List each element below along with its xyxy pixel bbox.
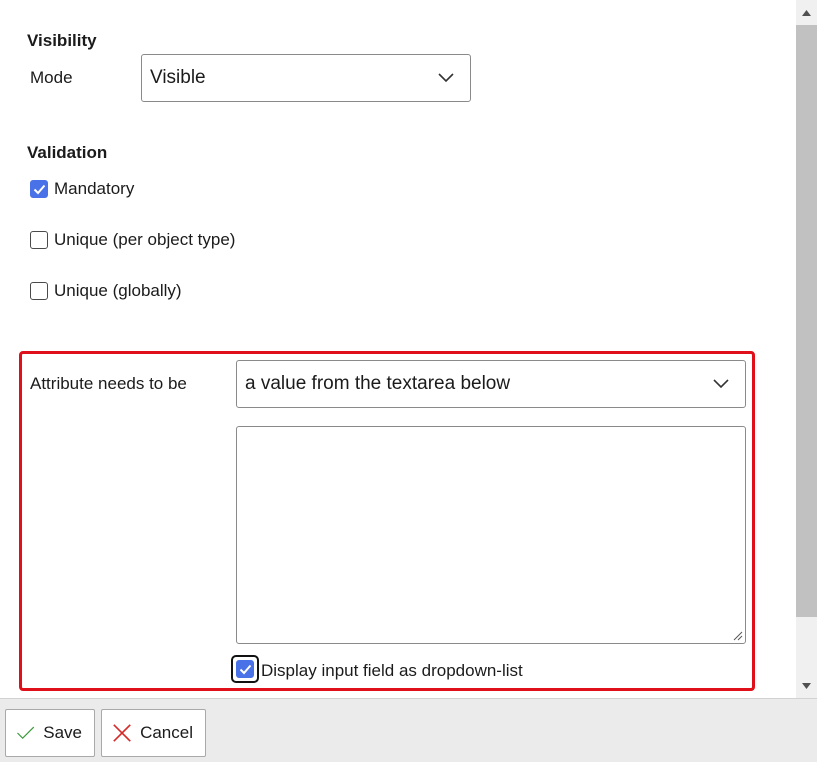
unique-per-object-type-label: Unique (per object type) [54, 230, 236, 249]
dropdown-list-label[interactable]: Display input field as dropdown-list [261, 661, 523, 681]
dropdown-list-checkbox-box [236, 660, 254, 678]
vertical-scrollbar[interactable] [796, 0, 817, 698]
unique-globally-checkbox[interactable] [30, 282, 48, 300]
cancel-button-label: Cancel [140, 723, 193, 742]
save-button-label: Save [43, 723, 82, 742]
form-scroll-area: Visibility Mode Visible Validation Manda… [0, 0, 796, 698]
attribute-requirement-value: a value from the textarea below [245, 373, 511, 394]
unique-per-object-type-option[interactable]: Unique (per object type) [30, 230, 235, 250]
unique-globally-option[interactable]: Unique (globally) [30, 281, 182, 301]
close-icon [113, 724, 131, 742]
mandatory-checkbox[interactable] [30, 180, 48, 198]
chevron-down-icon [713, 379, 729, 389]
dropdown-list-checkbox[interactable] [231, 655, 259, 683]
checkmark-icon [239, 664, 251, 674]
attribute-requirement-select[interactable]: a value from the textarea below [236, 360, 746, 408]
mode-select-value: Visible [150, 67, 206, 88]
mandatory-label: Mandatory [54, 179, 135, 198]
unique-globally-label: Unique (globally) [54, 281, 182, 300]
checkmark-icon [33, 184, 45, 194]
mode-select[interactable]: Visible [141, 54, 471, 102]
dialog: Visibility Mode Visible Validation Manda… [0, 0, 817, 762]
cancel-button[interactable]: Cancel [101, 709, 206, 757]
dialog-footer: Save Cancel [0, 698, 817, 762]
attribute-needs-label: Attribute needs to be [30, 374, 187, 393]
chevron-down-icon [438, 73, 454, 83]
allowed-values-textarea[interactable] [236, 426, 746, 644]
resize-grip-icon[interactable] [731, 629, 743, 641]
checkmark-icon [17, 726, 35, 740]
mandatory-option[interactable]: Mandatory [30, 179, 134, 199]
unique-per-object-type-checkbox[interactable] [30, 231, 48, 249]
scrollbar-thumb[interactable] [796, 25, 817, 617]
visibility-heading: Visibility [27, 31, 97, 50]
mode-label: Mode [30, 68, 73, 87]
validation-heading: Validation [27, 143, 108, 162]
scroll-up-arrow-icon[interactable] [796, 2, 817, 24]
scroll-down-arrow-icon[interactable] [796, 675, 817, 697]
save-button[interactable]: Save [5, 709, 95, 757]
